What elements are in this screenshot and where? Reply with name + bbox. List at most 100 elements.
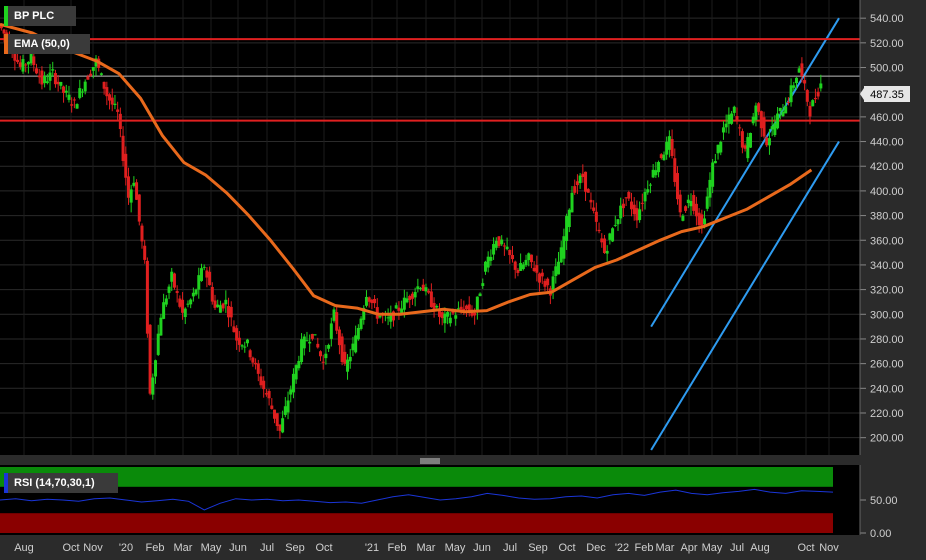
candle-down [35, 68, 39, 74]
candle-up [197, 275, 201, 290]
candle-up [291, 373, 295, 393]
x-tick-label: '22 [615, 542, 629, 554]
candle-up [565, 216, 569, 242]
candle-down [594, 211, 598, 222]
candle-down [735, 116, 739, 121]
candle-up [505, 246, 509, 250]
candle-down [813, 97, 817, 100]
candle-up [354, 335, 358, 353]
candle-up [716, 144, 720, 154]
candle-up [405, 298, 409, 303]
candle-up [567, 209, 571, 228]
candle-down [178, 298, 182, 307]
candle-down [546, 278, 550, 286]
candle-down [205, 270, 209, 278]
x-tick-label: Jun [229, 542, 247, 554]
candle-down [140, 225, 144, 242]
x-tick-label: Feb [635, 542, 654, 554]
y-tick-label: 340.00 [870, 260, 904, 272]
candle-down [624, 197, 628, 199]
candle-down [630, 201, 634, 210]
candle-up [435, 306, 439, 308]
candle-down [805, 90, 809, 102]
candle-down [427, 290, 431, 293]
candle-down [592, 207, 596, 211]
candle-up [519, 263, 523, 271]
candle-up [356, 327, 360, 340]
candle-down [16, 59, 20, 63]
candle-up [156, 333, 160, 355]
candle-up [524, 259, 528, 266]
candle-down [116, 109, 120, 112]
x-tick-label: May [702, 542, 723, 554]
candle-down [213, 300, 217, 308]
y-tick-label: 200.00 [870, 433, 904, 445]
rsi-legend[interactable]: RSI (14,70,30,1) [4, 473, 118, 493]
candle-up [711, 162, 715, 187]
candle-up [703, 218, 707, 225]
candle-down [540, 272, 544, 277]
candle-up [551, 276, 555, 290]
candle-up [186, 303, 190, 305]
candle-down [757, 103, 761, 112]
x-tick-label: Nov [83, 542, 103, 554]
candle-up [819, 83, 823, 89]
candle-up [48, 72, 52, 81]
x-tick-label: Mar [656, 542, 675, 554]
candle-down [2, 29, 6, 34]
candle-up [183, 308, 187, 318]
candle-down [102, 81, 106, 89]
x-tick-label: Feb [146, 542, 165, 554]
candle-up [281, 418, 285, 433]
candle-down [248, 350, 252, 358]
candle-down [459, 306, 463, 310]
ema-legend[interactable]: EMA (50,0) [4, 34, 90, 54]
candle-up [648, 184, 652, 186]
candle-down [508, 249, 512, 256]
candle-up [619, 205, 623, 219]
candle-down [429, 291, 433, 308]
candle-up [99, 73, 103, 75]
candle-up [730, 113, 734, 124]
candle-down [700, 214, 704, 227]
candle-down [340, 336, 344, 363]
rsi-tick-label: 50.00 [870, 495, 898, 507]
x-tick-label: Oct [62, 542, 79, 554]
candle-up [751, 116, 755, 124]
candle-down [816, 91, 820, 97]
candle-down [697, 212, 701, 226]
y-tick-label: 320.00 [870, 285, 904, 297]
y-tick-label: 220.00 [870, 408, 904, 420]
candle-down [803, 80, 807, 84]
candle-down [62, 86, 66, 93]
candle-down [273, 409, 277, 419]
candle-down [535, 265, 539, 273]
candle-up [413, 291, 417, 298]
candle-down [232, 326, 236, 333]
symbol-legend[interactable]: BP PLC [4, 6, 76, 26]
candle-down [581, 173, 585, 177]
y-tick-label: 440.00 [870, 137, 904, 149]
candle-down [621, 203, 625, 209]
candle-down [762, 117, 766, 137]
candle-down [310, 333, 314, 339]
x-tick-label: Apr [680, 542, 697, 554]
x-tick-label: Oct [315, 542, 332, 554]
pane-splitter[interactable] [0, 455, 926, 465]
y-tick-label: 420.00 [870, 161, 904, 173]
candle-up [494, 240, 498, 248]
candle-up [297, 360, 301, 369]
candle-up [113, 103, 117, 106]
candle-up [616, 219, 620, 225]
candle-up [199, 268, 203, 281]
candle-up [329, 323, 333, 339]
candle-down [256, 363, 260, 374]
candle-down [640, 202, 644, 204]
candle-down [237, 337, 241, 345]
candle-down [575, 181, 579, 186]
candle-up [59, 81, 63, 86]
candle-up [167, 286, 171, 293]
candle-down [511, 255, 515, 260]
candle-down [392, 311, 396, 321]
candle-up [202, 266, 206, 268]
